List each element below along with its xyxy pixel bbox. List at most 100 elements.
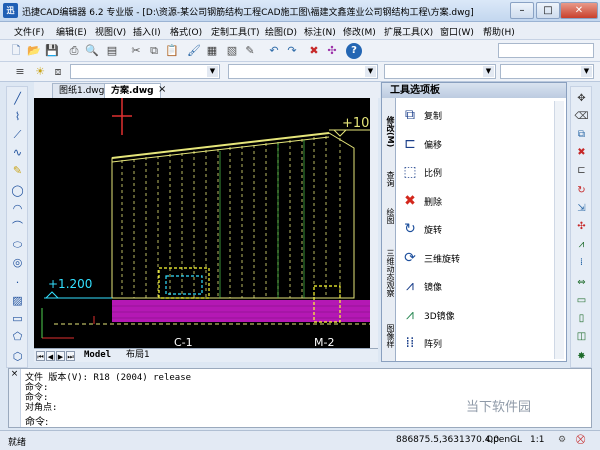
redo-icon[interactable]: ↷ xyxy=(284,43,300,59)
polyline-icon[interactable]: ⌇ xyxy=(10,109,25,124)
region-icon[interactable]: ⬡ xyxy=(10,349,25,364)
chevron-down-icon[interactable]: ▼ xyxy=(483,66,494,77)
close-button[interactable]: ✕ xyxy=(560,2,598,19)
paste-icon[interactable]: 📋 xyxy=(164,43,180,59)
last-sheet-button[interactable]: ⏭ xyxy=(66,351,75,361)
palette-tab-image[interactable]: 图像样 xyxy=(383,318,395,354)
drawing-canvas[interactable]: +10. +1.200 C-1 M-2 xyxy=(34,98,378,348)
explode-icon[interactable]: ✸ xyxy=(574,349,589,364)
annotation-scale[interactable]: 1:1 xyxy=(530,435,544,445)
palette-tool[interactable]: ⩘ 3D镜像 xyxy=(400,303,550,327)
chevron-down-icon[interactable]: ▼ xyxy=(207,66,218,77)
menu-format[interactable]: 格式(O) xyxy=(170,25,202,38)
spline-icon[interactable]: ∿ xyxy=(10,145,25,160)
move-icon[interactable]: ✣ xyxy=(574,219,589,234)
menu-draw[interactable]: 绘图(D) xyxy=(265,25,297,38)
settings-icon[interactable]: ⚙ xyxy=(558,435,566,445)
menu-custom-tools[interactable]: 定制工具(T) xyxy=(211,25,260,38)
arc-3p-icon[interactable]: ⌒ xyxy=(10,219,25,234)
ellipse-icon[interactable]: ⬭ xyxy=(10,237,25,252)
tab-layout1[interactable]: 布局1 xyxy=(122,349,154,362)
arc-icon[interactable]: ◠ xyxy=(10,201,25,216)
palette-tab-draw[interactable]: 绘图 xyxy=(383,204,395,228)
stretch-icon[interactable]: ⇔ xyxy=(574,275,589,290)
renderer-label[interactable]: OpenGL xyxy=(486,435,522,445)
maximize-button[interactable]: □ xyxy=(536,2,560,19)
copy-icon[interactable]: ⧉ xyxy=(574,127,589,142)
menu-edit[interactable]: 编辑(E) xyxy=(56,25,87,38)
trim-icon[interactable]: ▭ xyxy=(574,293,589,308)
pan-icon[interactable]: ✥ xyxy=(574,91,589,106)
palette-tool[interactable]: ⊏ 偏移 xyxy=(400,132,550,156)
layer-manager-icon[interactable]: ≡ xyxy=(12,64,28,80)
chevron-down-icon[interactable]: ▼ xyxy=(365,66,376,77)
hatch-icon[interactable]: ▧ xyxy=(224,43,240,59)
tab-model[interactable]: Model xyxy=(80,349,115,362)
delete-icon[interactable]: ✖ xyxy=(306,43,322,59)
palette-tool[interactable]: ⬚ 比例 xyxy=(400,160,550,184)
polygon-icon[interactable]: ⬠ xyxy=(10,329,25,344)
menu-help[interactable]: 帮助(H) xyxy=(483,25,515,38)
layer-state-icon[interactable]: ☀ xyxy=(32,64,48,80)
first-sheet-button[interactable]: ⏮ xyxy=(36,351,45,361)
palette-tab-query[interactable]: 查询 xyxy=(383,164,395,194)
palette-scrollbar[interactable] xyxy=(554,101,564,359)
pencil-icon[interactable]: ✎ xyxy=(10,163,25,178)
array-icon[interactable]: ⁞ xyxy=(574,255,589,270)
palette-tool[interactable]: ✖ 删除 xyxy=(400,189,550,213)
menu-window[interactable]: 窗口(W) xyxy=(440,25,474,38)
erase-icon[interactable]: ✣ xyxy=(324,43,340,59)
prev-sheet-button[interactable]: ◀ xyxy=(46,351,55,361)
construction-line-icon[interactable]: ⟋ xyxy=(10,127,25,142)
canvas-vertical-scrollbar[interactable] xyxy=(370,98,378,348)
toolbar-search-combo[interactable] xyxy=(498,43,594,58)
menu-modify[interactable]: 修改(M) xyxy=(343,25,376,38)
minimize-button[interactable]: – xyxy=(510,2,534,19)
rotate-icon[interactable]: ↻ xyxy=(574,183,589,198)
brush-icon[interactable]: ✎ xyxy=(242,43,258,59)
close-icon[interactable]: × xyxy=(158,84,166,95)
rectangle-icon[interactable]: ▭ xyxy=(10,311,25,326)
palette-tool[interactable]: ⁞⁞ 阵列 xyxy=(400,331,550,355)
plot-icon[interactable]: ▤ xyxy=(104,43,120,59)
line-icon[interactable]: ╱ xyxy=(10,91,25,106)
palette-tool[interactable]: ⩘ 镜像 xyxy=(400,274,550,298)
menu-file[interactable]: 文件(F) xyxy=(14,25,44,38)
command-input[interactable]: 命令: xyxy=(25,413,48,428)
chevron-down-icon[interactable]: ▼ xyxy=(581,66,592,77)
help-icon[interactable]: ? xyxy=(346,43,362,59)
new-file-icon[interactable]: 🗋 xyxy=(8,43,24,59)
palette-tool[interactable]: ⟳ 三维旋转 xyxy=(400,246,550,270)
block-icon[interactable]: ▦ xyxy=(204,43,220,59)
hatch-icon[interactable]: ▨ xyxy=(10,293,25,308)
linetype-combo[interactable]: ▼ xyxy=(228,64,378,79)
print-preview-icon[interactable]: 🔍 xyxy=(84,43,100,59)
palette-tab-3d-orbit[interactable]: 三维动态观察 xyxy=(383,238,395,308)
layer-combo[interactable]: ▼ xyxy=(70,64,220,79)
lock-icon[interactable]: ⛒ xyxy=(576,435,585,445)
undo-icon[interactable]: ↶ xyxy=(266,43,282,59)
scale-icon[interactable]: ⇲ xyxy=(574,201,589,216)
delete-icon[interactable]: ✖ xyxy=(574,145,589,160)
circle-icon[interactable]: ◯ xyxy=(10,183,25,198)
cut-icon[interactable]: ✂ xyxy=(128,43,144,59)
point-icon[interactable]: · xyxy=(10,275,25,290)
fillet-icon[interactable]: ◫ xyxy=(574,329,589,344)
menu-extended-tools[interactable]: 扩展工具(X) xyxy=(384,25,433,38)
next-sheet-button[interactable]: ▶ xyxy=(56,351,65,361)
menu-insert[interactable]: 插入(I) xyxy=(133,25,161,38)
match-properties-icon[interactable]: 🖌 xyxy=(186,43,202,59)
menu-view[interactable]: 视图(V) xyxy=(95,25,126,38)
print-icon[interactable]: ⎙ xyxy=(66,43,82,59)
color-combo[interactable]: ▼ xyxy=(500,64,594,79)
copy-icon[interactable]: ⧉ xyxy=(146,43,162,59)
lineweight-combo[interactable]: ▼ xyxy=(384,64,496,79)
donut-icon[interactable]: ◎ xyxy=(10,255,25,270)
menu-dimension[interactable]: 标注(N) xyxy=(304,25,336,38)
extend-icon[interactable]: ▯ xyxy=(574,311,589,326)
palette-tool[interactable]: ⧉ 复制 xyxy=(400,103,550,127)
tab-plan[interactable]: 方案.dwg xyxy=(104,83,161,98)
open-folder-icon[interactable]: 📂 xyxy=(26,43,42,59)
layer-previous-icon[interactable]: ⧈ xyxy=(50,64,66,80)
tab-drawing1[interactable]: 图纸1.dwg xyxy=(52,83,112,98)
